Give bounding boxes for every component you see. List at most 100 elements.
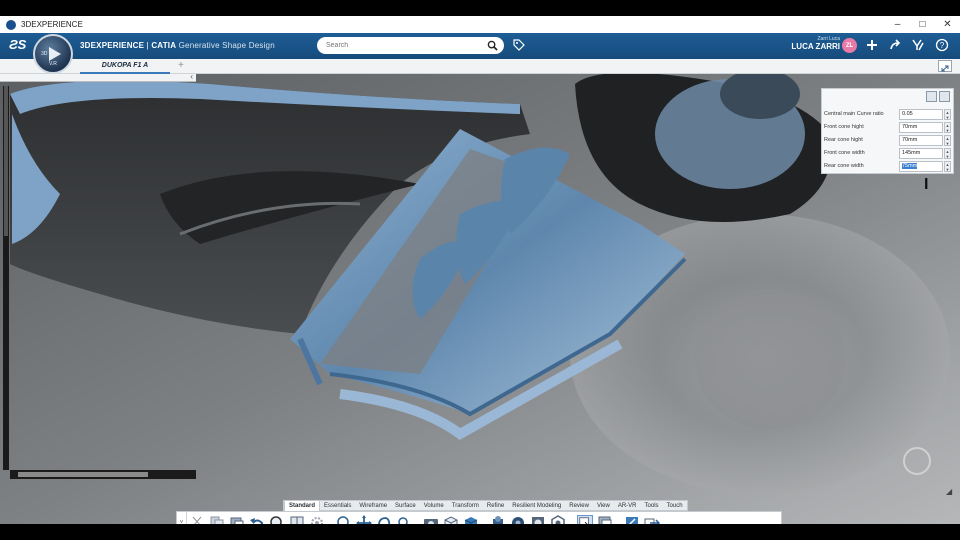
spinner-arrows-icon[interactable]: ▲ ▼ xyxy=(944,122,951,133)
tab-dukopa-f1-a[interactable]: DUKOPA F1 A xyxy=(80,59,170,74)
param-value-input[interactable]: 70mm xyxy=(899,135,943,146)
search-box[interactable] xyxy=(317,37,504,54)
tab-review[interactable]: Review xyxy=(565,501,593,511)
pan-icon[interactable] xyxy=(356,515,372,524)
ds-logo-icon[interactable]: ƧS xyxy=(9,37,26,52)
user-info[interactable]: Zarri Luca LUCA ZARRI xyxy=(770,36,840,51)
user-name: LUCA ZARRI xyxy=(791,42,840,51)
brand-app-name: Generative Shape Design xyxy=(178,41,275,50)
collaboration-icon[interactable] xyxy=(911,38,925,52)
play-icon xyxy=(49,47,61,61)
param-row: Front cone hight 70mm ▲ ▼ xyxy=(824,122,952,135)
vertical-scrollbar[interactable] xyxy=(3,86,9,470)
zoom-area-icon[interactable] xyxy=(396,515,412,524)
tab-tools[interactable]: Tools xyxy=(641,501,663,511)
resize-grip-icon[interactable]: ◢ xyxy=(946,487,952,496)
settings-icon[interactable] xyxy=(939,91,950,102)
param-label: Central main Curve ratio xyxy=(824,111,884,117)
toolbar-separator xyxy=(483,515,488,524)
display-icon[interactable] xyxy=(550,515,566,524)
material-icon[interactable] xyxy=(510,515,526,524)
param-value-input[interactable]: 70mm xyxy=(899,122,943,133)
compass-version: V.R xyxy=(49,61,57,67)
settings-icon[interactable] xyxy=(309,515,325,524)
3d-model-render[interactable] xyxy=(0,74,960,524)
zoom-fit-icon[interactable] xyxy=(269,515,285,524)
tab-resilient-modeling[interactable]: Resilient Modeling xyxy=(508,501,565,511)
copy-icon[interactable] xyxy=(209,515,225,524)
book-icon[interactable] xyxy=(289,515,305,524)
maximize-button[interactable]: □ xyxy=(910,16,935,33)
cut-icon[interactable] xyxy=(189,515,205,524)
collapse-chevron-icon[interactable]: ‹ xyxy=(190,74,193,81)
tab-wireframe[interactable]: Wireframe xyxy=(355,501,391,511)
tab-touch[interactable]: Touch xyxy=(663,501,687,511)
spinner-arrows-icon[interactable]: ▲ ▼ xyxy=(944,148,951,159)
horizontal-scrollbar[interactable] xyxy=(10,470,196,479)
tab-view[interactable]: View xyxy=(593,501,614,511)
collapse-toolbar-icon[interactable]: ˅ xyxy=(177,512,187,524)
minimize-button[interactable]: – xyxy=(885,16,910,33)
scroll-thumb[interactable] xyxy=(18,472,148,477)
tab-transform[interactable]: Transform xyxy=(448,501,483,511)
tab-ar-vr[interactable]: AR-VR xyxy=(614,501,641,511)
plus-icon[interactable] xyxy=(865,38,879,52)
view-cube-icon[interactable] xyxy=(443,515,459,524)
zoom-in-icon[interactable] xyxy=(336,515,352,524)
top-header: ƧS 3DEXPERIENCE | CATIA Generative Shape… xyxy=(0,33,960,59)
avatar[interactable]: ZL xyxy=(842,38,857,53)
export-icon[interactable] xyxy=(644,515,660,524)
compass-icon[interactable]: 3D V.R xyxy=(33,34,73,74)
close-button[interactable]: ✕ xyxy=(935,16,960,33)
undo-icon[interactable] xyxy=(249,515,265,524)
param-value-input[interactable]: 0.05 xyxy=(899,109,943,120)
spinner-arrows-icon[interactable]: ▲ ▼ xyxy=(944,161,951,172)
search-input[interactable] xyxy=(326,42,486,49)
spinner-arrows-icon[interactable]: ▲ ▼ xyxy=(944,109,951,120)
tab-volume[interactable]: Volume xyxy=(420,501,448,511)
param-value-input[interactable]: 145mm xyxy=(899,148,943,159)
tab-refine[interactable]: Refine xyxy=(483,501,508,511)
parameter-icon[interactable] xyxy=(926,91,937,102)
help-icon[interactable]: ? xyxy=(935,38,949,52)
tab-surface[interactable]: Surface xyxy=(391,501,420,511)
param-value-input[interactable]: 75mm xyxy=(899,161,943,172)
toolbar-separator xyxy=(416,515,421,524)
scroll-thumb[interactable] xyxy=(4,86,8,236)
tree-collapse-bar[interactable]: ‹ xyxy=(0,74,196,82)
brand-product: CATIA xyxy=(151,41,177,50)
tab-bar: DUKOPA F1 A + xyxy=(0,59,960,74)
robot-compass-icon[interactable] xyxy=(903,447,931,475)
toolbar-separator xyxy=(570,515,575,524)
search-icon[interactable] xyxy=(487,40,498,51)
tab-essentials[interactable]: Essentials xyxy=(320,501,355,511)
selection-icon[interactable] xyxy=(577,515,593,524)
3d-viewport[interactable]: ‹ Central main Curve ratio 0.05 ▲ ▼ Front… xyxy=(0,74,960,524)
param-label: Front cone hight xyxy=(824,124,864,130)
capture-icon[interactable] xyxy=(423,515,439,524)
add-tab-button[interactable]: + xyxy=(178,59,184,73)
app-window: 3DEXPERIENCE – □ ✕ ƧS 3DEXPERIENCE | CAT… xyxy=(0,16,960,524)
text-cursor-icon: I xyxy=(924,176,929,193)
svg-text:?: ? xyxy=(940,41,945,50)
shading-icon[interactable] xyxy=(463,515,479,524)
tab-standard[interactable]: Standard xyxy=(284,501,321,511)
title-bar: 3DEXPERIENCE – □ ✕ xyxy=(0,16,960,33)
action-bar: ˅ xyxy=(176,511,782,524)
screen-frame: 3DEXPERIENCE – □ ✕ ƧS 3DEXPERIENCE | CAT… xyxy=(0,0,960,540)
param-label: Front cone width xyxy=(824,150,865,156)
param-row: Central main Curve ratio 0.05 ▲ ▼ xyxy=(824,109,952,122)
ambient-icon[interactable] xyxy=(530,515,546,524)
rotate-icon[interactable] xyxy=(376,515,392,524)
tag-icon[interactable] xyxy=(512,38,526,52)
sketch-icon[interactable] xyxy=(624,515,640,524)
app-brand: 3DEXPERIENCE | CATIA Generative Shape De… xyxy=(80,41,275,50)
spinner-arrows-icon[interactable]: ▲ ▼ xyxy=(944,135,951,146)
share-icon[interactable] xyxy=(888,38,902,52)
expand-icon[interactable] xyxy=(938,60,952,72)
layers-icon[interactable] xyxy=(597,515,613,524)
paste-icon[interactable] xyxy=(229,515,245,524)
param-row: Rear cone hight 70mm ▲ ▼ xyxy=(824,135,952,148)
render-icon[interactable] xyxy=(490,515,506,524)
toolbar-separator xyxy=(617,515,622,524)
